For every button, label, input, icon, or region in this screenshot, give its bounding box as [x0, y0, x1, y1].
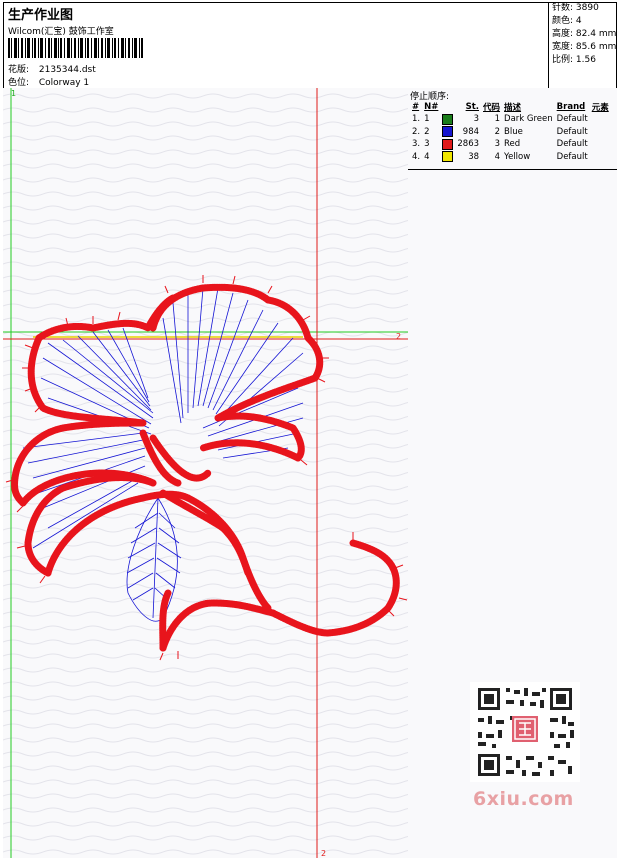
stop-element — [590, 113, 611, 126]
colorway-value: Colorway 1 — [38, 78, 90, 88]
stop-stitches: 984 — [462, 126, 480, 137]
col-brand: Brand — [556, 101, 586, 112]
col-swatch — [440, 100, 455, 113]
stop-description: Blue — [504, 126, 523, 137]
embroidery-design: 1 2 2 — [3, 88, 408, 858]
col-element: 元素 — [591, 102, 609, 113]
stop-element — [590, 126, 611, 139]
stat-label: 比例: — [552, 55, 574, 65]
corner-mark-1: 1 — [11, 89, 16, 98]
barcode-icon — [8, 38, 143, 58]
stop-index: 1. — [412, 114, 421, 125]
file-value: 2135344.dst — [38, 65, 96, 75]
stop-needle: 3 — [424, 139, 430, 150]
col-index: # — [412, 101, 420, 112]
col-stitches: St. — [465, 101, 480, 112]
stop-row: 2. 2 984 2 Blue Default — [410, 126, 611, 139]
stat-label: 针数: — [552, 3, 574, 13]
stop-swatch — [440, 126, 455, 139]
stat-value: 85.6 mm — [575, 42, 617, 52]
stop-index: 3. — [412, 139, 421, 150]
stop-code: 4 — [494, 151, 501, 162]
stop-brand: Default — [556, 139, 588, 150]
stop-stitches: 2863 — [457, 139, 480, 150]
stop-index: 4. — [412, 151, 421, 162]
side-divider — [408, 169, 617, 170]
stat-label: 高度: — [552, 29, 574, 39]
stat-value: 3890 — [575, 3, 599, 13]
col-description: 描述 — [504, 102, 522, 113]
stop-swatch — [440, 138, 455, 151]
stat-width: 宽度: 85.6 mm — [549, 41, 618, 54]
col-code: 代码 — [483, 102, 501, 113]
stat-scale: 比例: 1.56 — [549, 54, 618, 67]
stop-row: 4. 4 38 4 Yellow Default — [410, 151, 611, 164]
stop-description: Red — [504, 139, 521, 150]
color-swatch-icon — [442, 113, 454, 125]
stop-brand: Default — [556, 114, 588, 125]
qr-code-icon — [470, 682, 580, 782]
stop-row: 1. 1 3 1 Dark Green Default — [410, 113, 611, 126]
header-panel: 生产作业图 Wilcom(汇宝) 鼓饰工作室 花版: 2135344.dst 色… — [3, 2, 617, 89]
stop-code: 2 — [494, 126, 501, 137]
stop-swatch — [440, 113, 455, 126]
stop-element — [590, 138, 611, 151]
stop-code: 3 — [494, 139, 501, 150]
table-header-row: # N# St. 代码 描述 Brand 元素 — [410, 100, 611, 113]
stop-description: Dark Green — [504, 114, 553, 125]
stat-colors: 颜色: 4 — [549, 15, 618, 28]
stat-label: 宽度: — [552, 42, 574, 52]
stats-panel: 针数: 3890 颜色: 4 高度: 82.4 mm 宽度: 85.6 mm 比… — [548, 2, 618, 88]
stop-brand: Default — [556, 126, 588, 137]
stop-description: Yellow — [504, 151, 531, 162]
stop-stitches: 3 — [473, 114, 480, 125]
stop-row: 3. 3 2863 3 Red Default — [410, 138, 611, 151]
file-label: 花版: — [8, 65, 30, 75]
stat-stitches: 针数: 3890 — [549, 2, 618, 15]
colorway-label: 色位: — [8, 78, 30, 88]
stop-swatch — [440, 151, 455, 164]
stat-value: 4 — [575, 16, 582, 26]
color-swatch-icon — [442, 126, 454, 138]
stop-element — [590, 151, 611, 164]
stop-needle: 2 — [424, 126, 430, 137]
studio-subtitle: Wilcom(汇宝) 鼓饰工作室 — [8, 27, 114, 37]
col-needle: N# — [424, 101, 439, 112]
stop-code: 1 — [494, 114, 501, 125]
color-swatch-icon — [442, 138, 454, 150]
stop-needle: 1 — [424, 114, 430, 125]
guide-mark-right: 2 — [396, 332, 401, 341]
watermark-text: 6xiu.com — [473, 788, 574, 810]
stat-value: 1.56 — [575, 55, 596, 65]
stop-stitches: 38 — [468, 151, 480, 162]
guide-mark-bottom: 2 — [321, 849, 326, 858]
stat-height: 高度: 82.4 mm — [549, 28, 618, 41]
design-canvas[interactable]: 1 2 2 — [3, 88, 409, 858]
stop-needle: 4 — [424, 151, 430, 162]
stat-label: 颜色: — [552, 16, 574, 26]
color-swatch-icon — [442, 151, 454, 163]
stop-index: 2. — [412, 126, 421, 137]
stat-value: 82.4 mm — [575, 29, 617, 39]
page-title: 生产作业图 — [8, 8, 74, 23]
stop-sequence-table: # N# St. 代码 描述 Brand 元素 1. 1 3 1 Dark Green D… — [410, 100, 611, 163]
colorway-row: 色位: Colorway 1 — [8, 75, 89, 88]
stop-brand: Default — [556, 151, 588, 162]
file-row: 花版: 2135344.dst — [8, 62, 96, 75]
